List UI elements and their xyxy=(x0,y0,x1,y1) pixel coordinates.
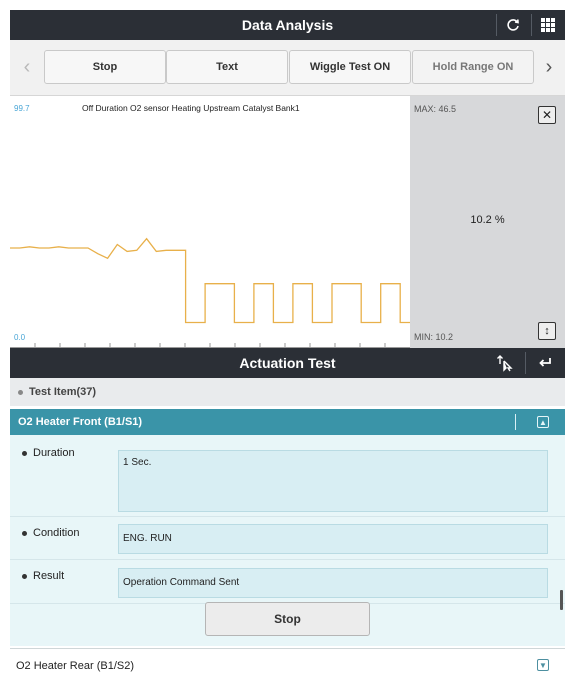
scrollbar[interactable] xyxy=(560,590,563,610)
next-button[interactable]: › xyxy=(536,50,562,84)
series-line xyxy=(10,237,410,324)
result-value: Operation Command Sent xyxy=(118,568,548,598)
return-button[interactable] xyxy=(528,348,562,378)
hold-range-button[interactable]: Hold Range ON xyxy=(412,50,534,84)
refresh-button[interactable] xyxy=(496,10,530,40)
select-button[interactable] xyxy=(488,348,522,378)
grid-menu-button[interactable] xyxy=(531,10,565,40)
page-title: Data Analysis xyxy=(241,17,334,33)
min-value: MIN: 10.2 xyxy=(414,332,454,342)
close-icon: ✕ xyxy=(541,108,553,122)
select-arrows-icon xyxy=(497,355,513,372)
return-icon xyxy=(539,358,551,367)
resize-graph-button[interactable]: ↕ xyxy=(538,322,556,340)
divider xyxy=(525,352,526,374)
wiggle-test-button[interactable]: Wiggle Test ON xyxy=(289,50,411,84)
prev-button[interactable]: ‹ xyxy=(14,50,40,84)
max-value: MAX: 46.5 xyxy=(414,104,457,114)
graph-area[interactable]: 99.7 Off Duration O2 sensor Heating Upst… xyxy=(10,96,410,348)
test-group-title: O2 Heater Front (B1/S1) xyxy=(18,416,143,428)
list-item[interactable]: O2 Heater Rear (B1/S2) ▼ xyxy=(10,648,565,682)
test-group-header[interactable]: O2 Heater Front (B1/S1) ▲ xyxy=(10,409,565,435)
grid-icon xyxy=(541,18,555,32)
result-row: Result Operation Command Sent xyxy=(10,560,565,604)
refresh-icon xyxy=(507,19,519,31)
stop-actuation-button[interactable]: Stop xyxy=(205,602,370,636)
bullet-icon xyxy=(22,530,27,536)
condition-row: Condition ENG. RUN xyxy=(10,517,565,560)
chevron-right-icon: › xyxy=(545,55,553,78)
divider xyxy=(515,414,516,430)
test-item-count: Test Item(37) xyxy=(29,386,97,398)
title-bar: Data Analysis xyxy=(10,10,565,40)
result-label: Result xyxy=(33,570,65,582)
actuation-header: Actuation Test xyxy=(10,348,565,378)
value-panel: MAX: 46.5 ✕ 10.2 % MIN: 10.2 ↕ xyxy=(410,96,565,348)
next-test-item-label: O2 Heater Rear (B1/S2) xyxy=(16,659,134,672)
bullet-icon xyxy=(22,573,27,579)
bullet-icon xyxy=(22,450,27,456)
app-window: Data Analysis ‹ Stop Text Wiggle Test ON… xyxy=(10,10,565,682)
toolbar: ‹ Stop Text Wiggle Test ON Hold Range ON… xyxy=(10,40,565,96)
current-value: 10.2 % xyxy=(470,214,505,226)
collapse-icon[interactable]: ▲ xyxy=(537,416,549,428)
expand-icon[interactable]: ▼ xyxy=(537,659,549,671)
chevron-left-icon: ‹ xyxy=(23,55,31,78)
duration-value: 1 Sec. xyxy=(118,450,548,512)
bullet-icon xyxy=(18,389,23,395)
condition-value: ENG. RUN xyxy=(118,524,548,554)
actuation-title: Actuation Test xyxy=(239,355,336,371)
test-item-header[interactable]: Test Item(37) xyxy=(10,378,565,406)
duration-row: Duration 1 Sec. xyxy=(10,443,565,517)
stop-graph-button[interactable]: Stop xyxy=(44,50,166,84)
duration-label: Duration xyxy=(33,447,75,459)
line-chart xyxy=(10,237,410,348)
close-graph-button[interactable]: ✕ xyxy=(538,106,556,124)
text-button[interactable]: Text xyxy=(166,50,288,84)
vertical-resize-icon: ↕ xyxy=(544,325,550,337)
condition-label: Condition xyxy=(33,527,80,539)
